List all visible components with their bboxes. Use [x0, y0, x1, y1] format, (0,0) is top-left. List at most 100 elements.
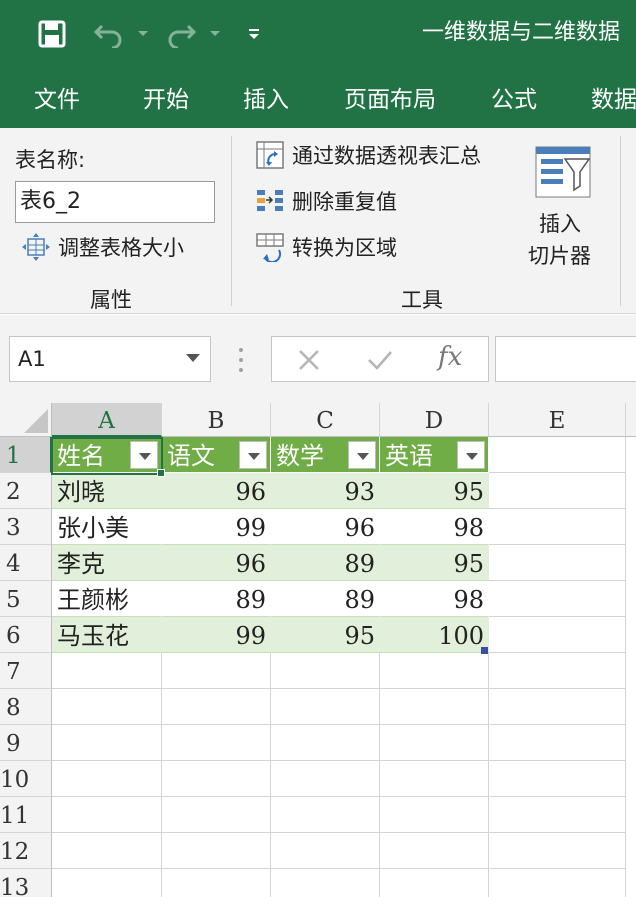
column-header-d[interactable]: D: [380, 403, 489, 437]
row-header[interactable]: 7: [0, 653, 52, 689]
column-header-f[interactable]: [626, 403, 636, 437]
undo-icon[interactable]: [92, 14, 126, 54]
enter-check-icon[interactable]: [366, 347, 394, 377]
customize-qat-icon[interactable]: [244, 14, 264, 54]
table-cell[interactable]: 96: [162, 473, 271, 509]
row-header[interactable]: 4: [0, 545, 52, 581]
row-header[interactable]: 10: [0, 761, 52, 797]
table-cell[interactable]: 张小美: [52, 509, 162, 545]
insert-function-button[interactable]: fx: [438, 342, 462, 372]
empty-cell[interactable]: [162, 653, 271, 689]
empty-cell[interactable]: [162, 689, 271, 725]
empty-cell[interactable]: [489, 437, 626, 473]
table-cell[interactable]: 95: [380, 473, 489, 509]
row-header[interactable]: 1: [0, 437, 52, 473]
row-header[interactable]: 8: [0, 689, 52, 725]
row-header[interactable]: 13: [0, 869, 52, 897]
table-cell[interactable]: 刘晓: [52, 473, 162, 509]
tab-data[interactable]: 数据: [591, 80, 636, 114]
formula-bar-grip-icon[interactable]: [238, 347, 244, 373]
row-header[interactable]: 2: [0, 473, 52, 509]
column-header-c[interactable]: C: [271, 403, 380, 437]
column-header-b[interactable]: B: [162, 403, 271, 437]
empty-cell[interactable]: [489, 689, 626, 725]
row-header[interactable]: 3: [0, 509, 52, 545]
empty-cell[interactable]: [271, 653, 380, 689]
empty-cell[interactable]: [489, 797, 626, 833]
empty-cell[interactable]: [52, 761, 162, 797]
empty-cell[interactable]: [489, 725, 626, 761]
empty-cell[interactable]: [489, 545, 626, 581]
empty-cell[interactable]: [380, 869, 489, 897]
table-cell[interactable]: 89: [271, 545, 380, 581]
empty-cell[interactable]: [489, 761, 626, 797]
empty-cell[interactable]: [52, 833, 162, 869]
table-cell[interactable]: 95: [271, 617, 380, 653]
empty-cell[interactable]: [52, 689, 162, 725]
table-name-input[interactable]: 表6_2: [15, 181, 215, 223]
filter-dropdown-icon[interactable]: [130, 441, 158, 469]
table-cell[interactable]: 李克: [52, 545, 162, 581]
table-cell[interactable]: 96: [271, 509, 380, 545]
table-cell[interactable]: 93: [271, 473, 380, 509]
table-cell[interactable]: 99: [162, 617, 271, 653]
empty-cell[interactable]: [162, 797, 271, 833]
empty-cell[interactable]: [271, 689, 380, 725]
row-header[interactable]: 9: [0, 725, 52, 761]
redo-icon[interactable]: [164, 14, 198, 54]
tab-file[interactable]: 文件: [34, 80, 80, 114]
fill-handle[interactable]: [157, 469, 165, 477]
empty-cell[interactable]: [52, 797, 162, 833]
table-cell[interactable]: 98: [380, 581, 489, 617]
column-header-a[interactable]: A: [52, 403, 162, 437]
filter-dropdown-icon[interactable]: [457, 441, 485, 469]
empty-cell[interactable]: [162, 833, 271, 869]
tab-page-layout[interactable]: 页面布局: [344, 80, 436, 114]
row-header[interactable]: 5: [0, 581, 52, 617]
empty-cell[interactable]: [380, 689, 489, 725]
table-header-cell[interactable]: 数学: [271, 437, 380, 473]
empty-cell[interactable]: [52, 869, 162, 897]
row-header[interactable]: 6: [0, 617, 52, 653]
convert-to-range-button[interactable]: 转换为区域: [254, 232, 397, 262]
empty-cell[interactable]: [380, 797, 489, 833]
empty-cell[interactable]: [271, 725, 380, 761]
table-cell[interactable]: 98: [380, 509, 489, 545]
name-box[interactable]: A1: [9, 336, 211, 382]
empty-cell[interactable]: [380, 653, 489, 689]
empty-cell[interactable]: [271, 833, 380, 869]
empty-cell[interactable]: [162, 761, 271, 797]
empty-cell[interactable]: [489, 581, 626, 617]
filter-dropdown-icon[interactable]: [239, 441, 267, 469]
table-cell[interactable]: 95: [380, 545, 489, 581]
row-header[interactable]: 12: [0, 833, 52, 869]
empty-cell[interactable]: [380, 761, 489, 797]
empty-cell[interactable]: [52, 725, 162, 761]
table-cell[interactable]: 王颜彬: [52, 581, 162, 617]
empty-cell[interactable]: [380, 833, 489, 869]
empty-cell[interactable]: [489, 833, 626, 869]
undo-dropdown-icon[interactable]: [134, 14, 152, 54]
row-header[interactable]: 11: [0, 797, 52, 833]
empty-cell[interactable]: [271, 797, 380, 833]
table-cell[interactable]: 89: [271, 581, 380, 617]
tab-formulas[interactable]: 公式: [491, 80, 537, 114]
empty-cell[interactable]: [162, 725, 271, 761]
summarize-with-pivot-button[interactable]: 通过数据透视表汇总: [254, 140, 481, 170]
empty-cell[interactable]: [271, 869, 380, 897]
column-header-e[interactable]: E: [489, 403, 626, 437]
empty-cell[interactable]: [162, 869, 271, 897]
table-resize-handle[interactable]: [481, 647, 488, 654]
table-cell[interactable]: 96: [162, 545, 271, 581]
table-header-cell[interactable]: 英语: [380, 437, 489, 473]
table-cell[interactable]: 99: [162, 509, 271, 545]
formula-input[interactable]: [495, 336, 636, 382]
redo-dropdown-icon[interactable]: [206, 14, 224, 54]
resize-table-button[interactable]: 调整表格大小: [20, 232, 184, 262]
tab-home[interactable]: 开始: [143, 80, 189, 114]
name-box-dropdown-icon[interactable]: [186, 354, 200, 362]
table-header-cell[interactable]: 姓名: [52, 437, 162, 473]
filter-dropdown-icon[interactable]: [348, 441, 376, 469]
empty-cell[interactable]: [489, 869, 626, 897]
table-cell[interactable]: 89: [162, 581, 271, 617]
